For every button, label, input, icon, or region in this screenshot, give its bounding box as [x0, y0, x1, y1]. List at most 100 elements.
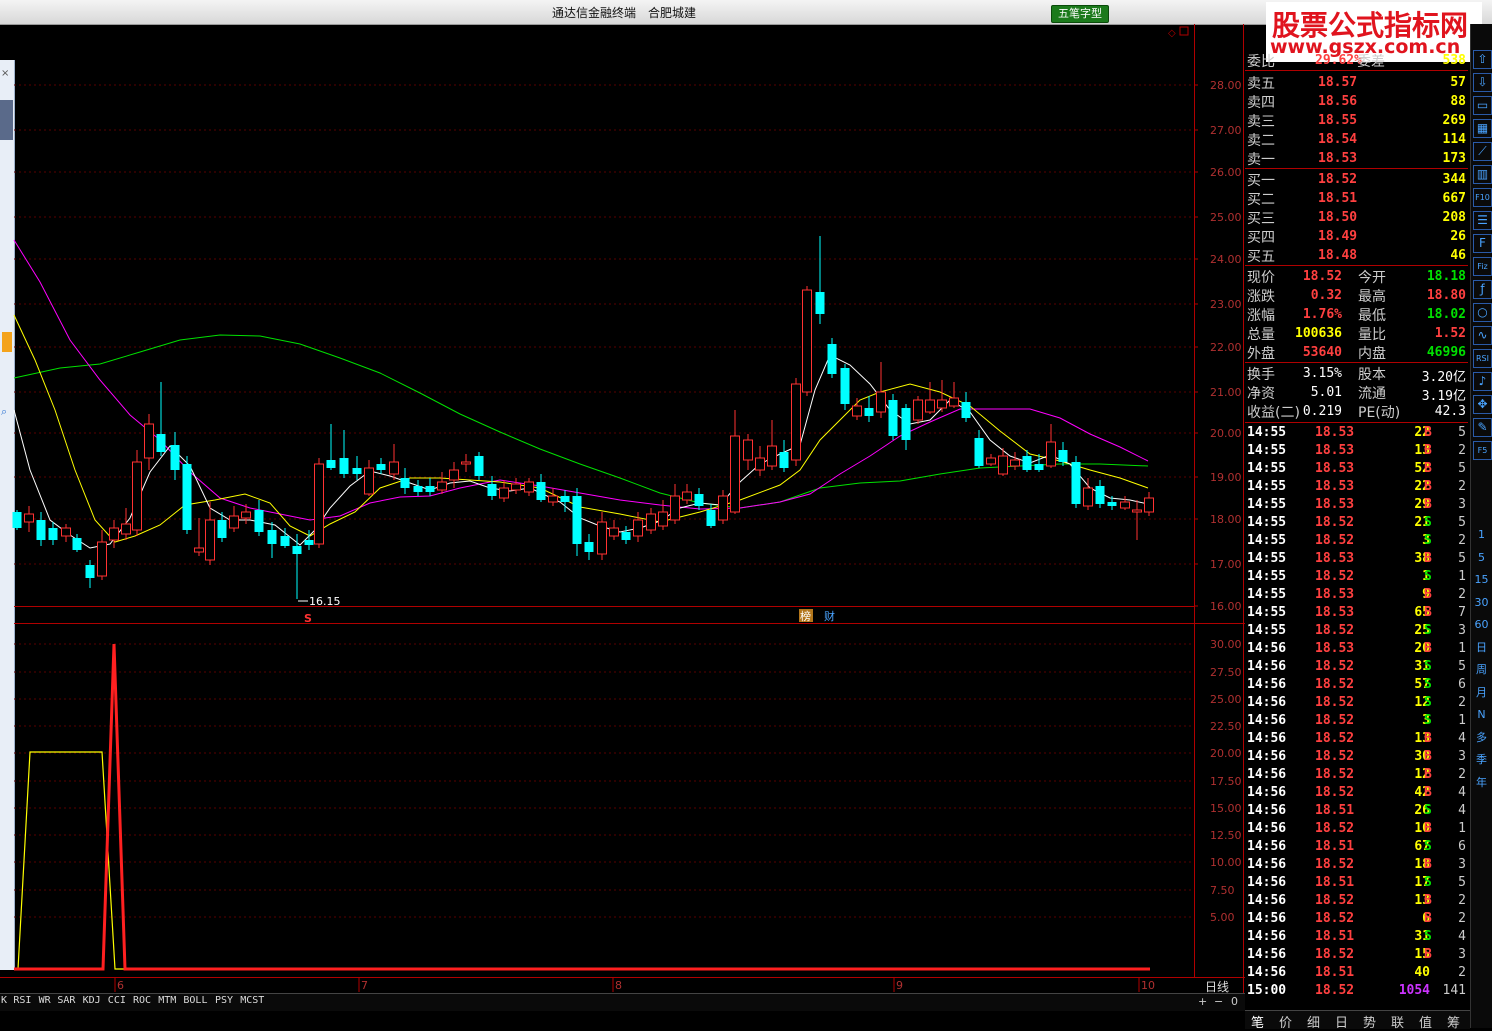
tick-direction: S	[1424, 677, 1432, 692]
ask-price[interactable]: 18.54	[1318, 132, 1357, 147]
indicator-tab[interactable]: SAR	[57, 995, 75, 1006]
candle-up	[1010, 459, 1020, 467]
panel-tab[interactable]: 联	[1391, 1012, 1404, 1031]
input-mode-button[interactable]: 五笔字型	[1051, 5, 1109, 23]
panel-tab[interactable]: 笔	[1251, 1012, 1264, 1031]
ask-price[interactable]: 18.57	[1318, 75, 1357, 90]
candle-down	[425, 486, 435, 492]
period-button[interactable]: 年	[1473, 774, 1490, 791]
zoom-out-button[interactable]: −	[1214, 995, 1223, 1008]
candle-down	[413, 486, 423, 492]
f5-icon[interactable]: F5	[1473, 441, 1492, 460]
arrow-up-icon[interactable]: ⇧	[1473, 50, 1492, 69]
candle-up	[499, 487, 509, 499]
tick-count: 2	[1458, 893, 1466, 908]
maximize-icon[interactable]	[1179, 26, 1189, 36]
ask-price[interactable]: 18.56	[1318, 94, 1357, 109]
indicator-tab[interactable]: WR	[39, 995, 51, 1006]
candle-down	[85, 565, 95, 578]
panel-tab[interactable]: 势	[1363, 1012, 1376, 1031]
panel-divider	[1245, 422, 1468, 423]
period-button[interactable]: 季	[1473, 751, 1490, 768]
candle-up	[24, 513, 34, 523]
indicator-tab[interactable]: ROC	[133, 995, 151, 1006]
period-button[interactable]: 30	[1473, 594, 1490, 611]
bid-price[interactable]: 18.52	[1318, 172, 1357, 187]
indicator-tab[interactable]: RSI	[13, 995, 31, 1006]
tick-time: 14:55	[1247, 443, 1287, 458]
ranking-badge[interactable]: 榜	[800, 609, 811, 623]
bid-price[interactable]: 18.50	[1318, 210, 1357, 225]
fundamental-label: 收益(二)	[1247, 405, 1300, 421]
tick-price: 18.52	[1315, 533, 1355, 548]
panel-tab[interactable]: 价	[1279, 1012, 1292, 1031]
bid-price[interactable]: 18.48	[1318, 248, 1357, 263]
date-tick-label: 6	[117, 979, 124, 992]
fm-icon[interactable]: ƒ	[1473, 280, 1492, 299]
table-icon[interactable]: ▦	[1473, 119, 1492, 138]
period-button[interactable]: 60	[1473, 616, 1490, 633]
list-icon[interactable]: ☰	[1473, 211, 1492, 230]
sub-y-tick-label: 7.50	[1210, 884, 1235, 897]
indicator-tab[interactable]: CCI	[108, 995, 126, 1006]
candle-up	[913, 399, 923, 421]
window-icon[interactable]: ▭	[1473, 96, 1492, 115]
indicator-tab[interactable]: BOLL	[183, 995, 207, 1006]
period-button[interactable]: 15	[1473, 571, 1490, 588]
period-button[interactable]: N	[1473, 706, 1490, 723]
indicator-tab[interactable]: MCST	[240, 995, 264, 1006]
tick-time: 14:56	[1247, 767, 1287, 782]
arrow-down-icon[interactable]: ⇩	[1473, 73, 1492, 92]
indicator-tab[interactable]: K	[1, 995, 7, 1006]
fundamental-value: 3.20亿	[1421, 370, 1466, 385]
candle-up	[61, 527, 71, 537]
period-button[interactable]: 日	[1473, 639, 1490, 656]
bell-icon[interactable]: ♪	[1473, 372, 1492, 391]
candle-icon[interactable]: ▥	[1473, 165, 1492, 184]
finance-badge[interactable]: 财	[824, 609, 835, 623]
ask-price[interactable]: 18.55	[1318, 113, 1357, 128]
move-icon[interactable]: ✥	[1473, 395, 1492, 414]
tick-count: 1	[1458, 641, 1466, 656]
quote-value: 18.18	[1426, 269, 1466, 284]
f-icon[interactable]: F	[1473, 234, 1492, 253]
period-button[interactable]: 1	[1473, 526, 1490, 543]
wave-icon[interactable]: ∿	[1473, 326, 1492, 345]
ask-price[interactable]: 18.53	[1318, 151, 1357, 166]
period-button[interactable]: 5	[1473, 549, 1490, 566]
tick-count: 3	[1458, 749, 1466, 764]
panel-tab[interactable]: 日	[1335, 1012, 1348, 1031]
candle-up	[743, 439, 753, 461]
line-chart-icon[interactable]: ⟋	[1473, 142, 1492, 161]
pen-icon[interactable]: ✎	[1473, 418, 1492, 437]
y-tick-label: 23.00	[1210, 298, 1242, 311]
circle-icon[interactable]: ○	[1473, 303, 1492, 322]
fiz-icon[interactable]: Fiz	[1473, 257, 1492, 276]
tick-price: 18.53	[1315, 443, 1355, 458]
panel-tab[interactable]: 筹	[1447, 1012, 1460, 1031]
indicator-tab[interactable]: MTM	[158, 995, 176, 1006]
panel-tab[interactable]: 细	[1307, 1012, 1320, 1031]
tick-price: 18.52	[1315, 911, 1355, 926]
signal-badge-s[interactable]: S	[304, 612, 312, 625]
indicator-tab[interactable]: PSY	[215, 995, 233, 1006]
panel-tab[interactable]: 值	[1419, 1012, 1432, 1031]
candle-down	[1058, 450, 1068, 462]
period-button[interactable]: 月	[1473, 684, 1490, 701]
kline-chart[interactable]: 28.00 27.00 26.00 25.00 24.00 23.00 22.00 21.00…	[0, 24, 1245, 1028]
zoom-in-button[interactable]: +	[1198, 995, 1207, 1008]
y-tick-label: 25.00	[1210, 211, 1242, 224]
bid-price[interactable]: 18.49	[1318, 229, 1357, 244]
period-button[interactable]: 多	[1473, 729, 1490, 746]
rsi-icon[interactable]: RSI	[1473, 349, 1492, 368]
period-button[interactable]: 周	[1473, 661, 1490, 678]
tick-time: 14:56	[1247, 731, 1287, 746]
candle-up	[229, 515, 239, 529]
indicator-tab[interactable]: KDJ	[83, 995, 101, 1006]
f10-icon[interactable]: F10	[1473, 188, 1492, 207]
tick-direction: B	[1424, 641, 1432, 656]
bid-price[interactable]: 18.51	[1318, 191, 1357, 206]
candle-up	[1132, 509, 1142, 513]
candle-down	[304, 540, 314, 545]
expand-icon[interactable]: ◇	[1168, 28, 1176, 39]
